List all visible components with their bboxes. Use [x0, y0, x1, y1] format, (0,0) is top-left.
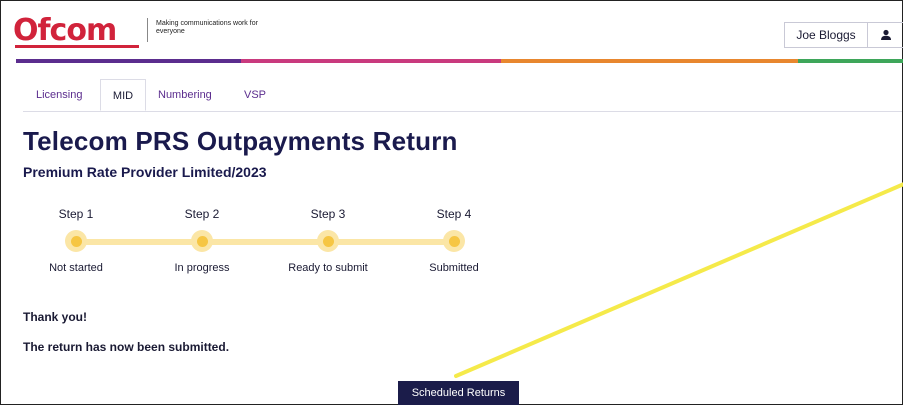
logo-divider [147, 18, 148, 42]
brand-colour-bar [16, 59, 903, 63]
step-4: Step 4 Submitted [394, 206, 514, 274]
progress-stepper: Step 1 Not started Step 2 In progress St… [1, 206, 521, 286]
tab-vsp[interactable]: VSP [244, 79, 266, 111]
user-icon [880, 29, 891, 40]
step-label: Not started [49, 262, 103, 274]
user-menu-button[interactable] [868, 22, 903, 48]
step-dot [443, 230, 465, 252]
user-name-button[interactable]: Joe Bloggs [784, 22, 868, 48]
tagline: Making communications work for everyone [156, 20, 258, 35]
step-number: Step 1 [58, 207, 94, 221]
step-2: Step 2 In progress [142, 206, 262, 274]
step-dot [191, 230, 213, 252]
step-number: Step 3 [310, 207, 346, 221]
scheduled-returns-button[interactable]: Scheduled Returns [398, 381, 519, 405]
logo-underline [15, 45, 139, 48]
screenshot-frame: Ofcom Making communications work for eve… [0, 0, 903, 405]
step-label: Submitted [429, 262, 479, 274]
tab-licensing[interactable]: Licensing [36, 79, 82, 111]
page-title: Telecom PRS Outpayments Return [23, 126, 458, 156]
ofcom-logo[interactable]: Ofcom [13, 14, 117, 48]
step-dot [317, 230, 339, 252]
step-dot [65, 230, 87, 252]
thank-you-message: Thank you! [23, 310, 88, 324]
step-label: Ready to submit [288, 262, 368, 274]
step-number: Step 4 [436, 207, 472, 221]
step-1: Step 1 Not started [16, 206, 136, 274]
tab-bar: Licensing MID Numbering VSP [23, 79, 902, 112]
step-label: In progress [174, 262, 230, 274]
step-3: Step 3 Ready to submit [268, 206, 388, 274]
step-number: Step 2 [184, 207, 220, 221]
tab-mid[interactable]: MID [100, 79, 146, 111]
tab-numbering[interactable]: Numbering [158, 79, 212, 111]
page-subtitle: Premium Rate Provider Limited/2023 [23, 164, 267, 180]
submission-confirmation: The return has now been submitted. [23, 340, 230, 354]
